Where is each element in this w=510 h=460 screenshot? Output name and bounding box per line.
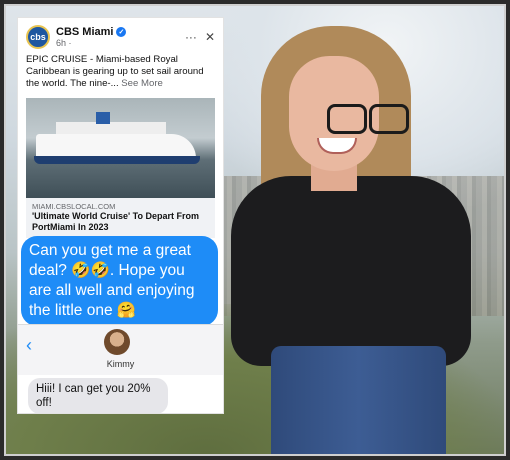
post-text-block: EPIC CRUISE - Miami-based Royal Caribbea… [18,52,223,92]
incoming-message-bubble: Hiii! I can get you 20% off! [28,378,168,413]
source-name[interactable]: CBS Miami [56,26,113,38]
more-options-button[interactable]: ··· [185,30,197,44]
face [289,56,409,171]
woman-photo [231,26,501,454]
link-title[interactable]: 'Ultimate World Cruise' To Depart From P… [32,211,209,233]
link-preview[interactable]: MIAMI.CBSLOCAL.COM 'Ultimate World Cruis… [26,198,215,238]
image-frame: cbs CBS Miami ✓ 6h · ··· ✕ EPIC CRUISE -… [0,0,510,460]
smile [317,138,357,154]
black-shirt [231,176,471,366]
post-header: cbs CBS Miami ✓ 6h · ··· ✕ [18,18,223,52]
back-chevron-icon[interactable]: ‹ [26,335,32,356]
outgoing-message-bubble: Can you get me a great deal? 🤣🤣. Hope yo… [21,236,218,326]
verified-badge-icon: ✓ [116,27,127,37]
jeans [271,346,446,454]
see-more-link[interactable]: See More [121,78,163,89]
message-contact-bar: ‹ Kimmy [18,324,223,375]
close-button[interactable]: ✕ [205,30,215,44]
screenshot-panel: cbs CBS Miami ✓ 6h · ··· ✕ EPIC CRUISE -… [18,18,223,413]
link-domain: MIAMI.CBSLOCAL.COM [32,202,116,211]
cruise-ship-image[interactable] [26,98,215,198]
glasses-icon [327,104,409,134]
post-time: 6h · [56,38,72,48]
post-text: EPIC CRUISE - Miami-based Royal Caribbea… [26,54,204,89]
photo-background: cbs CBS Miami ✓ 6h · ··· ✕ EPIC CRUISE -… [4,4,506,456]
contact-avatar[interactable] [104,329,130,355]
cbs-logo-icon[interactable]: cbs [26,25,50,49]
contact-name[interactable]: Kimmy [18,359,223,369]
